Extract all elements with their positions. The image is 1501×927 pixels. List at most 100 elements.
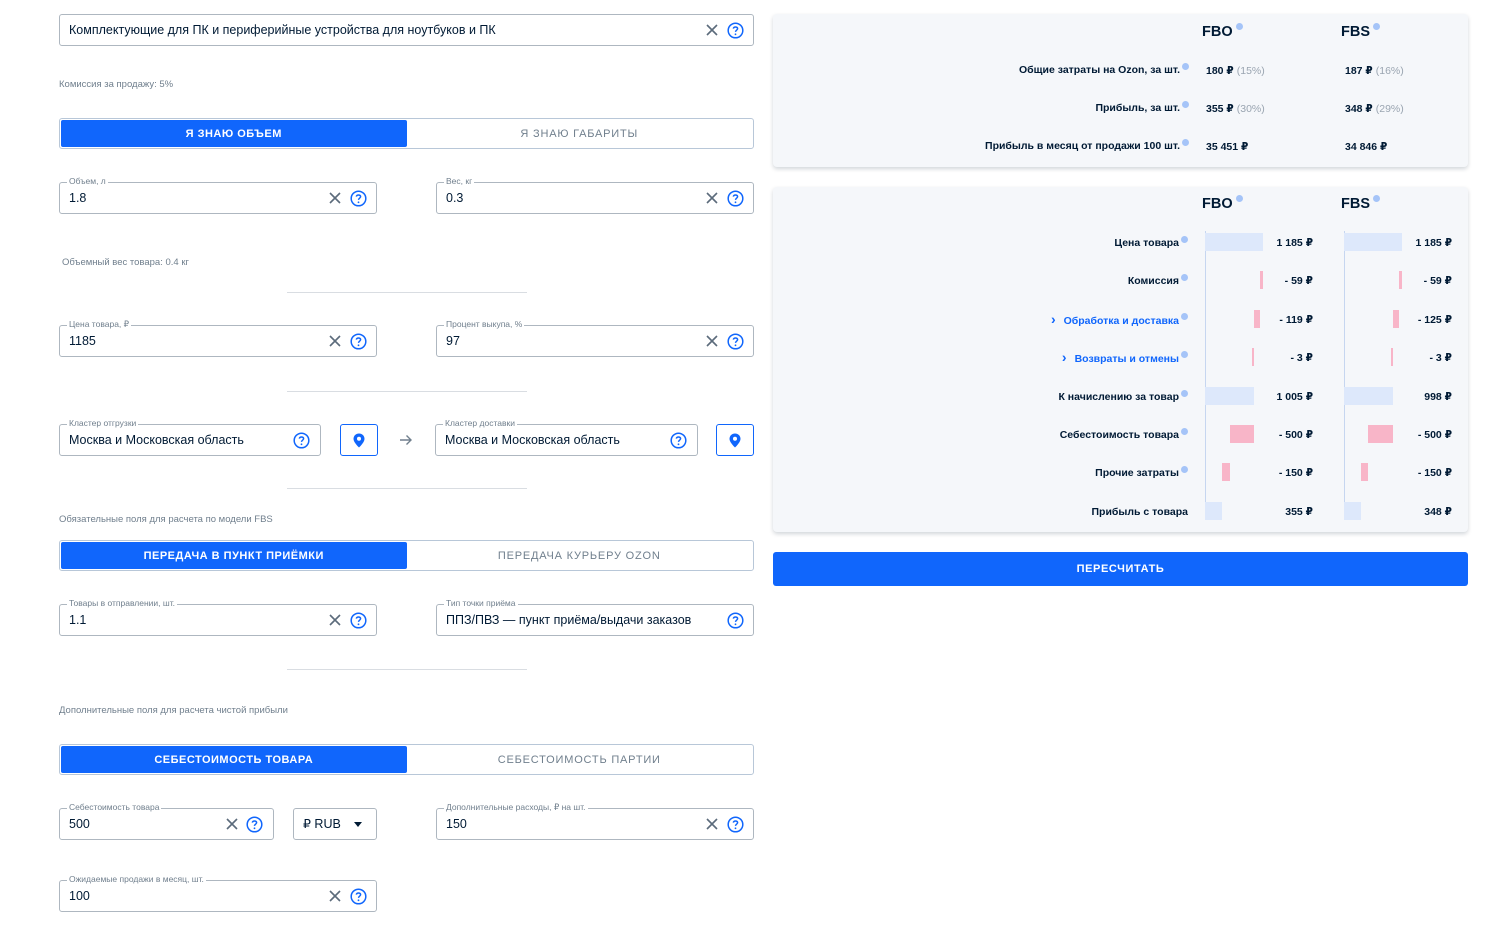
price-field[interactable]: Цена товара, ₽ 1185 [59,319,377,357]
point-type-field[interactable]: Тип точки приёма ППЗ/ПВЗ — пункт приёма/… [436,598,754,636]
delivery-cluster-map-button[interactable] [716,424,754,456]
info-icon[interactable] [1235,195,1243,202]
info-icon[interactable] [1181,274,1188,282]
info-icon[interactable] [1182,101,1189,108]
info-icon[interactable] [1182,139,1189,146]
clear-icon[interactable] [705,817,719,831]
shipping-cluster-map-button[interactable] [340,424,378,456]
help-icon[interactable] [727,816,744,833]
value-text: 34 846 ₽ [1345,141,1388,153]
help-icon[interactable] [727,190,744,207]
info-icon[interactable] [1181,351,1188,359]
help-icon[interactable] [293,432,310,449]
help-icon[interactable] [350,190,367,207]
breakdown-row-label: Комиссия [1127,274,1188,288]
size-mode-toggle: Я знаю объем Я знаю габариты [59,118,754,149]
size-mode-dimensions-option[interactable]: Я знаю габариты [407,120,753,147]
clear-icon[interactable] [705,334,719,348]
breakdown-fbo-value: - 59 ₽ [1284,275,1313,288]
category-field[interactable]: Комплектующие для ПК и периферийные устр… [59,14,754,46]
help-icon[interactable] [727,612,744,629]
help-icon[interactable] [350,888,367,905]
info-icon[interactable] [1181,466,1188,474]
extra-costs-value: 150 [446,817,467,831]
fbs-header-text: FBS [1341,24,1370,40]
monthly-sales-value: 100 [69,889,90,903]
volume-field[interactable]: Объем, л 1.8 [59,176,377,214]
info-icon[interactable] [1181,428,1188,435]
fbs-mode-pickup-point-option[interactable]: Передача в пункт приёмки [61,542,407,569]
cost-mode-toggle: Себестоимость товара Себестоимость парти… [59,744,754,775]
fbs-header-text: FBS [1341,196,1370,212]
fbs-section-text: Обязательные поля для расчета по модели … [59,514,273,525]
clear-icon[interactable] [328,613,342,627]
clear-icon[interactable] [705,191,719,205]
delivery-cluster-field[interactable]: Кластер доставки Москва и Московская обл… [435,418,698,456]
clear-icon[interactable] [328,191,342,205]
info-icon[interactable] [1182,63,1189,70]
percent-text: (16%) [1375,65,1404,77]
value-text: 35 451 ₽ [1206,141,1249,153]
breakdown-bar-negative [1368,425,1393,443]
help-icon[interactable] [670,432,687,449]
summary-fbs-value: 34 846 ₽ [1345,141,1387,153]
items-per-shipment-field[interactable]: Товары в отправлении, шт. 1.1 [59,598,377,636]
help-icon[interactable] [350,333,367,350]
volume-value: 1.8 [69,191,87,205]
breakdown-fbo-value: 355 ₽ [1285,505,1313,518]
clear-icon[interactable] [705,23,719,37]
currency-select[interactable]: ₽ RUB [293,808,377,840]
summary-row: Прибыль в месяц от продажи 100 шт. [773,139,1189,154]
breakdown-row-label[interactable]: › Обработка и доставка [1051,311,1188,327]
info-icon[interactable] [1373,23,1380,30]
value-text: 355 ₽ [1206,103,1234,115]
shipping-cluster-field[interactable]: Кластер отгрузки Москва и Московская обл… [59,418,321,456]
breakdown-bar-negative [1222,463,1230,482]
clear-icon[interactable] [328,334,342,348]
breakdown-row-label[interactable]: › Возвраты и отмены [1062,349,1188,365]
size-mode-volume-option[interactable]: Я знаю объем [61,120,407,147]
fbs-mode-toggle: Передача в пункт приёмки Передача курьер… [59,540,754,571]
breakdown-bar-negative [1361,463,1369,482]
summary-row-label-text: Общие затраты на Ozon, за шт. [1019,64,1180,76]
cost-mode-batch-option[interactable]: Себестоимость партии [407,746,753,773]
clear-icon[interactable] [225,817,239,831]
help-icon[interactable] [727,333,744,350]
help-icon[interactable] [350,612,367,629]
cost-field[interactable]: Себестоимость товара 500 [59,802,274,840]
help-icon[interactable] [727,22,744,39]
chevron-right-icon[interactable]: › [1062,349,1067,365]
buyout-field[interactable]: Процент выкупа, % 97 [436,319,754,357]
clear-icon[interactable] [328,889,342,903]
arrow-right-icon [399,434,413,446]
breakdown-row-label-text: Прибыль с товара [1091,505,1189,518]
value-text: 348 ₽ [1345,103,1373,115]
breakdown-row-label: Себестоимость товара [1060,428,1188,441]
recalculate-button[interactable]: Пересчитать [773,552,1468,586]
percent-text: (29%) [1375,103,1404,115]
info-icon[interactable] [1235,23,1243,30]
info-icon[interactable] [1373,195,1380,202]
cost-mode-item-option[interactable]: Себестоимость товара [61,746,407,773]
summary-fbo-value: 180 ₽ (15%) [1206,65,1265,77]
currency-value: ₽ RUB [303,817,341,831]
breakdown-bar-positive [1344,386,1393,405]
breakdown-fbo-value: 1 005 ₽ [1276,390,1314,403]
breakdown-row-label-text: К начислению за товар [1058,390,1179,403]
summary-row-label-text: Прибыль, за шт. [1095,102,1180,114]
extra-costs-field[interactable]: Дополнительные расходы, ₽ на шт. 150 [436,802,754,840]
delivery-cluster-value: Москва и Московская область [445,433,620,447]
breakdown-row-label-text: Комиссия [1127,275,1179,288]
weight-field[interactable]: Вес, кг 0.3 [436,176,754,214]
breakdown-fbs-value: 1 185 ₽ [1415,237,1453,249]
info-icon[interactable] [1181,236,1188,243]
info-icon[interactable] [1181,312,1188,320]
info-icon[interactable] [1181,389,1188,397]
breakdown-fbs-value: 348 ₽ [1424,505,1452,518]
breakdown-bar-positive [1344,501,1361,520]
help-icon[interactable] [246,816,263,833]
breakdown-row-label: Прочие затраты [1095,466,1188,479]
monthly-sales-field[interactable]: Ожидаемые продажи в месяц, шт. 100 [59,874,377,912]
fbs-mode-courier-option[interactable]: Передача курьеру Ozon [407,542,753,569]
chevron-right-icon[interactable]: › [1051,311,1056,327]
